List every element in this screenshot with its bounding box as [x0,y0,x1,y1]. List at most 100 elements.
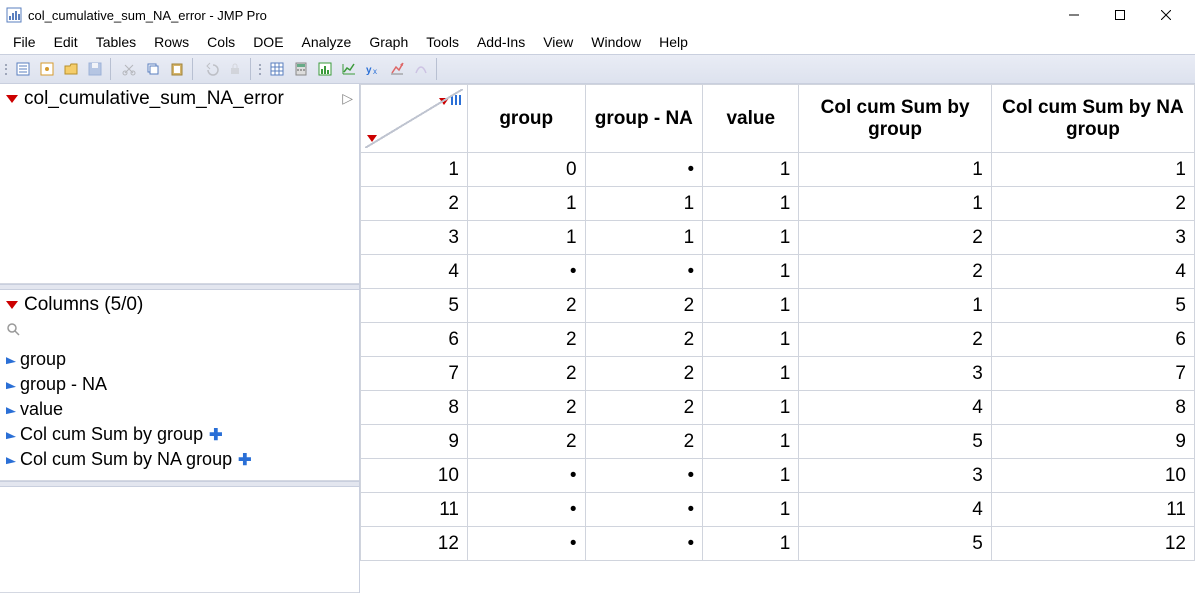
data-cell[interactable]: 6 [991,323,1194,357]
data-cell[interactable]: 3 [991,221,1194,255]
column-item[interactable]: Col cum Sum by group ✚ [0,422,359,447]
data-cell[interactable]: 2 [467,357,585,391]
menu-edit[interactable]: Edit [45,32,87,52]
disclosure-icon[interactable] [6,301,18,309]
data-cell[interactable]: 1 [799,153,991,187]
table-row[interactable]: 311123 [361,221,1195,255]
columns-panel-header[interactable]: Columns (5/0) [0,290,359,320]
table-row[interactable]: 622126 [361,323,1195,357]
row-number-cell[interactable]: 11 [361,493,468,527]
datatable-icon[interactable] [266,58,288,80]
data-cell[interactable]: 1 [585,187,703,221]
graph-builder-icon[interactable] [386,58,408,80]
menu-help[interactable]: Help [650,32,697,52]
row-number-cell[interactable]: 6 [361,323,468,357]
row-number-cell[interactable]: 9 [361,425,468,459]
data-cell[interactable]: • [585,493,703,527]
data-cell[interactable]: 4 [799,493,991,527]
table-panel-header[interactable]: col_cumulative_sum_NA_error ▷ [0,84,359,114]
table-row[interactable]: 10••1310 [361,459,1195,493]
data-cell[interactable]: • [467,527,585,561]
menu-doe[interactable]: DOE [244,32,292,52]
data-cell[interactable]: 1 [703,493,799,527]
data-grid[interactable]: ◁ group group - NA value Col cum Sum by … [360,84,1195,593]
data-cell[interactable]: 2 [799,323,991,357]
row-number-cell[interactable]: 12 [361,527,468,561]
row-number-cell[interactable]: 3 [361,221,468,255]
col-header-groupna[interactable]: group - NA [585,85,703,153]
data-cell[interactable]: 1 [703,425,799,459]
columns-menu-icon[interactable] [439,98,449,105]
data-cell[interactable]: 1 [703,357,799,391]
data-cell[interactable]: 1 [799,289,991,323]
data-cell[interactable]: 8 [991,391,1194,425]
data-cell[interactable]: 2 [585,289,703,323]
table-row[interactable]: 11••1411 [361,493,1195,527]
data-cell[interactable]: 1 [585,221,703,255]
data-cell[interactable]: 10 [991,459,1194,493]
data-cell[interactable]: • [585,459,703,493]
row-number-cell[interactable]: 10 [361,459,468,493]
data-cell[interactable]: 11 [991,493,1194,527]
data-cell[interactable]: 7 [991,357,1194,391]
undo-icon[interactable] [200,58,222,80]
row-number-cell[interactable]: 5 [361,289,468,323]
data-cell[interactable]: • [467,255,585,289]
toolbar-grip-2[interactable] [258,58,264,80]
data-cell[interactable]: • [585,153,703,187]
data-cell[interactable]: 12 [991,527,1194,561]
data-cell[interactable]: 5 [991,289,1194,323]
column-item[interactable]: group [0,347,359,372]
row-number-cell[interactable]: 4 [361,255,468,289]
column-search[interactable] [0,320,359,345]
data-cell[interactable]: 1 [703,459,799,493]
data-cell[interactable]: 1 [703,289,799,323]
menu-tools[interactable]: Tools [417,32,468,52]
data-cell[interactable]: 4 [799,391,991,425]
data-cell[interactable]: 1 [703,527,799,561]
copy-icon[interactable] [142,58,164,80]
rows-menu-icon[interactable] [367,135,377,142]
calculator-icon[interactable] [290,58,312,80]
data-cell[interactable]: 1 [703,221,799,255]
data-cell[interactable]: 2 [467,323,585,357]
new-script-icon[interactable] [36,58,58,80]
table-row[interactable]: 211112 [361,187,1195,221]
data-cell[interactable]: 3 [799,459,991,493]
data-cell[interactable]: 5 [799,425,991,459]
data-cell[interactable]: 3 [799,357,991,391]
fit-y-by-x-icon[interactable] [338,58,360,80]
new-table-icon[interactable] [12,58,34,80]
row-number-cell[interactable]: 8 [361,391,468,425]
data-cell[interactable]: 2 [585,323,703,357]
column-item[interactable]: group - NA [0,372,359,397]
toolbar-grip[interactable] [4,58,10,80]
minimize-button[interactable] [1051,0,1097,30]
menu-analyze[interactable]: Analyze [293,32,361,52]
table-row[interactable]: 922159 [361,425,1195,459]
column-item[interactable]: Col cum Sum by NA group ✚ [0,447,359,472]
data-cell[interactable]: 2 [467,289,585,323]
data-cell[interactable]: 1 [703,391,799,425]
data-cell[interactable]: 2 [799,255,991,289]
data-cell[interactable]: 1 [467,187,585,221]
table-row[interactable]: 4••124 [361,255,1195,289]
lock-icon[interactable] [224,58,246,80]
distribution-icon[interactable] [314,58,336,80]
table-row[interactable]: 822148 [361,391,1195,425]
menu-graph[interactable]: Graph [360,32,417,52]
go-arrow-icon[interactable]: ▷ [342,90,353,107]
data-cell[interactable]: 1 [703,323,799,357]
menu-view[interactable]: View [534,32,582,52]
data-cell[interactable]: • [585,527,703,561]
data-cell[interactable]: 2 [991,187,1194,221]
row-number-cell[interactable]: 2 [361,187,468,221]
table-row[interactable]: 10•111 [361,153,1195,187]
data-cell[interactable]: 2 [467,425,585,459]
data-cell[interactable]: • [467,493,585,527]
data-cell[interactable]: 1 [703,153,799,187]
maximize-button[interactable] [1097,0,1143,30]
profiler-icon[interactable] [410,58,432,80]
menu-rows[interactable]: Rows [145,32,198,52]
disclosure-icon[interactable] [6,95,18,103]
